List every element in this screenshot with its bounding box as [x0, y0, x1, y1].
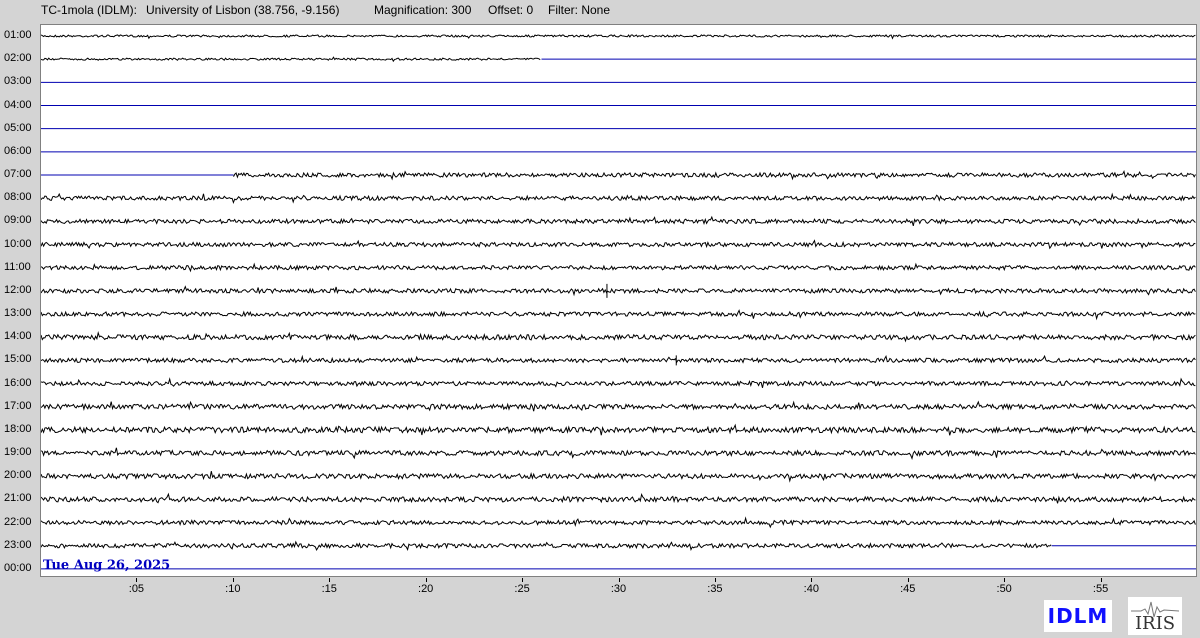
hour-label: 06:00 — [4, 144, 32, 157]
minute-tick-label: :55 — [1092, 583, 1109, 595]
hour-label: 05:00 — [4, 121, 32, 134]
minute-tick — [232, 578, 234, 582]
hour-label: 16:00 — [4, 376, 32, 389]
iris-logo: IRIS — [1128, 597, 1182, 635]
seismic-trace — [40, 331, 1196, 343]
minute-tick — [522, 578, 524, 582]
hour-label: 13:00 — [4, 307, 32, 320]
hour-label: 23:00 — [4, 538, 32, 551]
minute-tick — [907, 578, 909, 582]
hour-label: 02:00 — [4, 52, 32, 65]
hour-label: 20:00 — [4, 469, 32, 482]
minute-tick-label: :10 — [225, 583, 241, 595]
hour-label: 15:00 — [4, 353, 32, 366]
minute-tick — [425, 578, 427, 582]
minute-tick — [329, 578, 331, 582]
seismic-trace — [40, 377, 1196, 388]
hour-label: 21:00 — [4, 492, 32, 505]
minute-tick-label: :20 — [418, 583, 434, 595]
seismic-trace — [40, 192, 1196, 205]
magnification-label: Magnification: 300 — [374, 3, 472, 17]
minute-tick-label: :15 — [321, 583, 337, 595]
minute-tick-label: :30 — [610, 583, 627, 595]
seismogram-traces — [40, 34, 1196, 570]
seismic-trace — [40, 215, 1196, 227]
minute-tick-label: :50 — [996, 583, 1012, 595]
idlm-logo: IDLM — [1044, 600, 1112, 632]
minute-tick — [136, 578, 138, 582]
date-label: Tue Aug 26, 2025 — [43, 558, 171, 573]
helicorder-header: TC-1mola (IDLM): University of Lisbon (3… — [0, 0, 1200, 20]
minute-tick — [1004, 578, 1006, 582]
hour-label: 19:00 — [4, 446, 32, 459]
minute-tick — [714, 578, 716, 582]
seismic-trace — [40, 471, 1196, 483]
seismic-trace — [40, 492, 1196, 504]
hour-label: 10:00 — [4, 237, 32, 250]
hour-label: 01:00 — [4, 29, 32, 41]
seismic-trace — [40, 516, 1196, 529]
hour-label: 04:00 — [4, 98, 32, 111]
minute-axis: :05 :10 :15 :20 :25 :30 :35 :40 :45 :50 :55 — [40, 578, 1197, 598]
minute-tick — [811, 578, 813, 582]
hour-label: 07:00 — [4, 168, 32, 181]
minute-tick-label: :40 — [803, 583, 819, 595]
location-label: University of Lisbon (38.756, -9.156) — [146, 3, 340, 17]
hour-label: 18:00 — [4, 422, 32, 435]
minute-tick — [1100, 578, 1102, 582]
seismic-trace — [40, 423, 1196, 436]
hour-label: 08:00 — [4, 191, 32, 204]
seismic-trace — [233, 169, 1196, 181]
hour-label: 09:00 — [4, 214, 32, 227]
seismic-trace — [40, 262, 1196, 273]
hour-label: 03:00 — [4, 75, 32, 88]
seismic-trace — [40, 447, 1196, 461]
seismic-trace — [40, 400, 1196, 412]
seismogram-plot — [40, 24, 1197, 577]
minute-tick-label: :25 — [514, 583, 530, 595]
hour-label: 11:00 — [4, 260, 31, 273]
hour-label: 22:00 — [4, 515, 32, 528]
station-label: TC-1mola (IDLM): — [41, 3, 138, 17]
hour-label: 00:00 — [4, 561, 32, 574]
seismic-trace — [40, 285, 1196, 297]
hour-axis: 01:00 02:00 03:00 04:00 05:00 06:00 07:00 08:00… — [0, 0, 40, 600]
hour-label: 14:00 — [4, 330, 32, 343]
seismic-trace — [40, 34, 1196, 40]
hour-label: 12:00 — [4, 283, 32, 296]
seismic-trace — [40, 354, 1196, 364]
offset-label: Offset: 0 — [488, 3, 534, 17]
minute-tick-label: :35 — [707, 583, 723, 595]
minute-tick-label: :45 — [900, 583, 916, 595]
minute-tick-label: :05 — [128, 583, 145, 595]
filter-label: Filter: None — [548, 3, 611, 17]
seismic-trace — [40, 239, 1196, 250]
seismic-trace — [40, 56, 541, 63]
seismic-trace — [40, 309, 1196, 321]
seismic-trace — [40, 540, 1052, 552]
hour-label: 17:00 — [4, 399, 32, 412]
minute-tick — [618, 578, 620, 582]
